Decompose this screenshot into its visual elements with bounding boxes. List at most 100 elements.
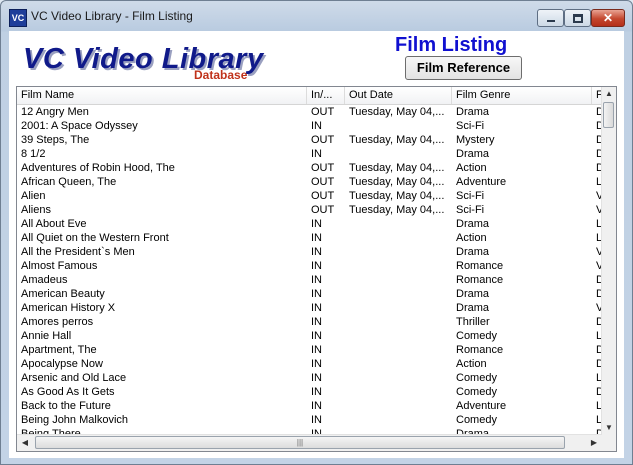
cell-film-name: American Beauty <box>21 288 105 300</box>
scroll-down-arrow-icon[interactable]: ▼ <box>602 421 616 435</box>
cell-film-genre: Romance <box>456 260 504 272</box>
cell-in-out: IN <box>311 358 322 370</box>
film-reference-button[interactable]: Film Reference <box>405 56 522 80</box>
cell-film-genre: Action <box>456 232 487 244</box>
cell-out-date: Tuesday, May 04,... <box>349 162 445 174</box>
table-row[interactable]: Alien OUT Tuesday, May 04,... Sci-Fi V <box>17 189 603 203</box>
cell-film-name: As Good As It Gets <box>21 386 115 398</box>
table-row[interactable]: African Queen, The OUT Tuesday, May 04,...… <box>17 175 603 189</box>
cell-film-genre: Thriller <box>456 316 490 328</box>
table-row[interactable]: 8 1/2INDramaD <box>17 147 603 161</box>
table-row[interactable]: 12 Angry MenOUTTuesday, May 04,...DramaD <box>17 105 603 119</box>
table-row[interactable]: Amores perrosINThrillerD <box>17 315 603 329</box>
cell-out-date: Tuesday, May 04,... <box>349 204 445 216</box>
cell-in-out: IN <box>311 246 322 258</box>
table-row[interactable]: American BeautyINDramaD <box>17 287 603 301</box>
cell-film-name: 2001: A Space Odyssey <box>21 120 138 132</box>
table-row[interactable]: Almost Famous IN Romance V <box>17 259 603 273</box>
cell-film-name: African Queen, The <box>21 176 117 188</box>
cell-in-out: IN <box>311 372 322 384</box>
vertical-scroll-thumb[interactable] <box>603 102 614 128</box>
list-header: Film Name In/... Out Date Film Genre F <box>17 87 603 105</box>
cell-in-out: IN <box>311 386 322 398</box>
cell-in-out: OUT <box>311 204 335 216</box>
cell-film-name: Back to the Future <box>21 400 111 412</box>
column-header-in-out[interactable]: In/... <box>307 87 345 104</box>
cell-in-out: IN <box>311 288 322 300</box>
cell-film-name: All About Eve <box>21 218 87 230</box>
table-row[interactable]: Arsenic and Old Lace IN Comedy L <box>17 371 603 385</box>
cell-film-genre: Romance <box>456 274 504 286</box>
cell-film-name: Annie Hall <box>21 330 72 342</box>
cell-film-name: All Quiet on the Western Front <box>21 232 169 244</box>
table-row[interactable]: As Good As It GetsINComedyD <box>17 385 603 399</box>
cell-out-date: Tuesday, May 04,... <box>349 176 445 188</box>
cell-film-genre: Adventure <box>456 176 507 188</box>
table-row[interactable]: Aliens OUT Tuesday, May 04,... Sci-Fi V <box>17 203 603 217</box>
title-bar[interactable]: VC VC Video Library - Film Listing <box>1 1 632 31</box>
cell-out-date: Tuesday, May 04,... <box>349 190 445 202</box>
cell-film-genre: Comedy <box>456 330 497 342</box>
table-row[interactable]: Back to the Future IN Adventure L <box>17 399 603 413</box>
table-row[interactable]: Annie Hall IN Comedy L <box>17 329 603 343</box>
cell-in-out: IN <box>311 218 322 230</box>
cell-film-genre: Drama <box>456 218 490 230</box>
cell-in-out: IN <box>311 232 322 244</box>
cell-film-name: Apocalypse Now <box>21 358 103 370</box>
horizontal-scrollbar[interactable]: ◀ ||| ▶ <box>17 434 602 451</box>
cell-film-name: 12 Angry Men <box>21 106 89 118</box>
cell-film-genre: Romance <box>456 344 504 356</box>
cell-in-out: IN <box>311 344 322 356</box>
cell-film-genre: Sci-Fi <box>456 190 485 202</box>
cell-film-genre: Drama <box>456 246 490 258</box>
table-row[interactable]: All Quiet on the Western Front IN Action L <box>17 231 603 245</box>
cell-film-name: All the President`s Men <box>21 246 135 258</box>
vertical-scrollbar[interactable]: ▲ ▼ <box>601 87 616 435</box>
page-title: Film Listing <box>395 34 508 56</box>
cell-film-genre: Drama <box>456 288 490 300</box>
table-row[interactable]: 39 Steps, The OUT Tuesday, May 04,... Myste… <box>17 133 603 147</box>
cell-film-name: Amadeus <box>21 274 68 286</box>
scroll-right-arrow-icon[interactable]: ▶ <box>586 435 602 451</box>
cell-out-date: Tuesday, May 04,... <box>349 134 445 146</box>
scroll-left-arrow-icon[interactable]: ◀ <box>17 435 33 451</box>
column-header-out-date[interactable]: Out Date <box>345 87 452 104</box>
scroll-up-arrow-icon[interactable]: ▲ <box>602 87 616 101</box>
cell-film-genre: Action <box>456 162 487 174</box>
cell-in-out: IN <box>311 302 322 314</box>
table-row[interactable]: All About Eve IN Drama L <box>17 217 603 231</box>
cell-film-name: Adventures of Robin Hood, The <box>21 162 175 174</box>
table-row[interactable]: AmadeusINRomanceD <box>17 273 603 287</box>
window-title: VC Video Library - Film Listing <box>31 9 193 23</box>
close-button[interactable] <box>591 9 625 27</box>
cell-film-genre: Mystery <box>456 134 495 146</box>
table-row[interactable]: Adventures of Robin Hood, The OUT Tuesday,… <box>17 161 603 175</box>
cell-in-out: OUT <box>311 106 335 118</box>
cell-film-genre: Comedy <box>456 414 497 426</box>
table-row[interactable]: Apartment, TheINRomanceD <box>17 343 603 357</box>
minimize-button[interactable] <box>537 9 564 27</box>
table-row[interactable]: 2001: A Space OdysseyINSci-FiD <box>17 119 603 133</box>
cell-film-name: Being John Malkovich <box>21 414 129 426</box>
cell-film-genre: Sci-Fi <box>456 204 485 216</box>
cell-in-out: IN <box>311 148 322 160</box>
cell-film-genre: Action <box>456 358 487 370</box>
column-header-film-genre[interactable]: Film Genre <box>452 87 592 104</box>
cell-film-name: 39 Steps, The <box>21 134 90 146</box>
cell-film-name: American History X <box>21 302 116 314</box>
table-row[interactable]: American History X IN Drama V <box>17 301 603 315</box>
list-rows: 12 Angry Men OUT Tuesday, May 04,... Drama D… <box>17 105 603 435</box>
app-icon[interactable]: VC <box>9 9 27 27</box>
table-row[interactable]: Being John Malkovich IN Comedy L <box>17 413 603 427</box>
maximize-button[interactable] <box>564 9 591 27</box>
horizontal-scroll-thumb[interactable]: ||| <box>35 436 565 449</box>
column-header-film-name[interactable]: Film Name <box>17 87 307 104</box>
film-list[interactable]: Film Name In/... Out Date Film Genre F 1… <box>16 86 617 452</box>
cell-film-name: Almost Famous <box>21 260 98 272</box>
app-window: VC VC Video Library - Film Listing VC Vi… <box>0 0 633 465</box>
table-row[interactable]: All the President`s Men IN Drama V <box>17 245 603 259</box>
cell-film-name: Amores perros <box>21 316 94 328</box>
table-row[interactable]: Apocalypse NowINActionD <box>17 357 603 371</box>
cell-in-out: IN <box>311 316 322 328</box>
client-area: VC Video Library Database Film Listing F… <box>9 31 624 458</box>
